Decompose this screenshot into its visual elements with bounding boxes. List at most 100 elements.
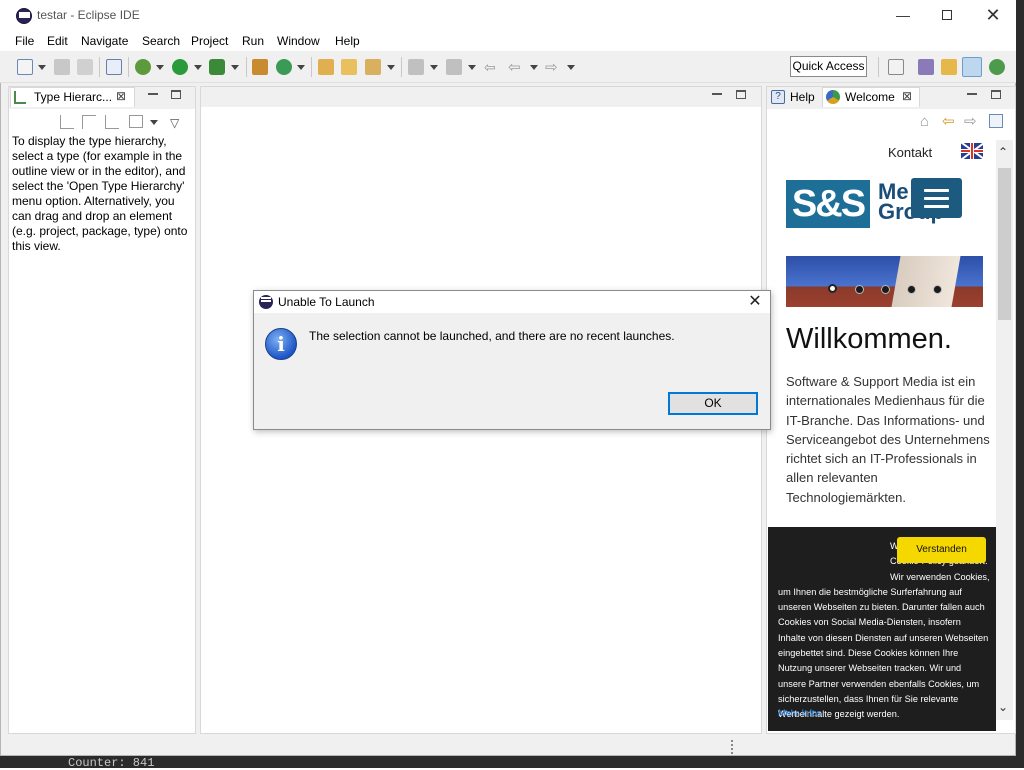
customize-page-icon[interactable] (989, 114, 1003, 128)
cookie-text: Wir haben unsere Cookie-Policy geändert.… (778, 539, 990, 723)
status-bar-grip[interactable] (731, 740, 733, 754)
back-dropdown-arrow[interactable] (530, 65, 538, 70)
perspective-resource-icon[interactable] (941, 59, 957, 75)
new-java-class-icon[interactable] (276, 59, 292, 75)
view-menu-glyph: ▽ (170, 116, 180, 130)
debug-icon[interactable] (135, 59, 151, 75)
eclipse-app-icon (16, 8, 32, 24)
menu-help[interactable]: Help (335, 34, 360, 48)
external-tools-dropdown-arrow[interactable] (231, 65, 239, 70)
scroll-up-icon[interactable]: ⌃ (998, 145, 1008, 159)
close-welcome-tab-icon[interactable]: ⊠ (902, 89, 912, 103)
new-dropdown-arrow[interactable] (38, 65, 46, 70)
new-class-dropdown-arrow[interactable] (297, 65, 305, 70)
carousel-dot-active[interactable] (828, 284, 837, 293)
previous-annotation-icon[interactable] (446, 59, 462, 75)
welcome-paragraph: Software & Support Media ist ein interna… (786, 374, 990, 505)
close-tab-icon[interactable]: ⊠ (116, 89, 126, 103)
quick-access-field[interactable]: Quick Access (790, 56, 867, 77)
welcome-icon (826, 90, 840, 104)
toolbar-separator (99, 57, 100, 77)
perspective-java-icon[interactable] (962, 57, 982, 77)
minimize-button[interactable]: — (880, 0, 926, 30)
menu-project[interactable]: Project (191, 34, 228, 48)
toggle-breakpoint-icon[interactable] (106, 59, 122, 75)
previous-annotation-dropdown-arrow[interactable] (468, 65, 476, 70)
cookie-more-info-link[interactable]: Mehr Infos (778, 708, 821, 718)
search-icon[interactable] (365, 59, 381, 75)
info-icon: i (265, 328, 297, 360)
hamburger-menu-icon[interactable] (911, 178, 962, 218)
menu-search[interactable]: Search (142, 34, 180, 48)
cookie-accept-button[interactable]: Verstanden (897, 537, 986, 563)
next-annotation-dropdown-arrow[interactable] (430, 65, 438, 70)
run-dropdown-arrow[interactable] (194, 65, 202, 70)
toolbar-separator (878, 57, 879, 77)
menu-navigate[interactable]: Navigate (81, 34, 128, 48)
minimize-editor-icon[interactable] (712, 93, 722, 95)
menu-run[interactable]: Run (242, 34, 264, 48)
next-annotation-icon[interactable] (408, 59, 424, 75)
show-subtype-hierarchy-icon[interactable] (105, 115, 119, 129)
toolbar-separator (128, 57, 129, 77)
open-perspective-icon[interactable] (888, 59, 904, 75)
history-list-icon[interactable] (129, 115, 143, 128)
desktop-background-right (1016, 0, 1024, 768)
new-icon[interactable] (17, 59, 33, 75)
new-java-package-icon[interactable] (252, 59, 268, 75)
carousel-dot[interactable] (933, 285, 942, 294)
toolbar-separator (401, 57, 402, 77)
run-icon[interactable] (172, 59, 188, 75)
scroll-down-icon[interactable]: ⌄ (998, 700, 1008, 714)
home-icon[interactable]: ⌂ (920, 113, 929, 130)
show-type-hierarchy-icon[interactable] (60, 115, 74, 129)
menu-window[interactable]: Window (277, 34, 320, 48)
run-external-tools-icon[interactable] (209, 59, 225, 75)
search-dropdown-arrow[interactable] (387, 65, 395, 70)
close-window-button[interactable]: ✕ (970, 0, 1016, 30)
minimize-welcome-icon[interactable] (967, 93, 977, 95)
back-arrow-icon[interactable]: ⇦ (508, 58, 521, 76)
save-icon[interactable] (54, 59, 70, 75)
tab-welcome-label: Welcome (845, 90, 895, 104)
show-supertype-hierarchy-icon[interactable] (82, 115, 96, 129)
carousel-dot[interactable] (881, 285, 890, 294)
menu-file[interactable]: File (15, 34, 34, 48)
toolbar-separator (311, 57, 312, 77)
sns-logo-mark[interactable]: S&S (786, 180, 870, 228)
welcome-back-icon[interactable]: ⇦ (942, 112, 955, 130)
type-hierarchy-description: To display the type hierarchy, select a … (12, 134, 188, 253)
perspective-debug-icon[interactable] (989, 59, 1005, 75)
maximize-welcome-icon[interactable] (991, 90, 1001, 99)
history-dropdown-arrow[interactable] (150, 120, 158, 125)
dialog-app-icon (259, 295, 273, 309)
welcome-scrollbar-thumb[interactable] (998, 168, 1011, 320)
welcome-forward-icon[interactable]: ⇨ (964, 112, 977, 130)
forward-arrow-icon[interactable]: ⇨ (545, 58, 558, 76)
ok-button[interactable]: OK (668, 392, 758, 415)
perspective-java-ee-icon[interactable] (918, 59, 934, 75)
welcome-heading: Willkommen. (786, 323, 952, 355)
help-icon: ? (771, 90, 785, 104)
maximize-view-icon[interactable] (171, 90, 181, 99)
toolbar-separator (246, 57, 247, 77)
debug-dropdown-arrow[interactable] (156, 65, 164, 70)
maximize-icon (942, 10, 952, 20)
uk-flag-icon[interactable] (961, 143, 983, 159)
save-all-icon[interactable] (77, 59, 93, 75)
last-edit-location-icon[interactable]: ⇦ (484, 59, 496, 76)
maximize-button[interactable] (924, 0, 970, 30)
carousel-dot[interactable] (907, 285, 916, 294)
menu-edit[interactable]: Edit (47, 34, 68, 48)
dialog-title: Unable To Launch (278, 295, 375, 309)
maximize-editor-icon[interactable] (736, 90, 746, 99)
carousel-dot[interactable] (855, 285, 864, 294)
dialog-message: The selection cannot be launched, and th… (309, 329, 675, 343)
minimize-view-icon[interactable] (148, 93, 158, 95)
forward-dropdown-arrow[interactable] (567, 65, 575, 70)
dialog-close-button[interactable]: ✕ (747, 292, 763, 312)
kontakt-link[interactable]: Kontakt (888, 145, 932, 160)
type-hierarchy-icon (14, 91, 26, 104)
open-type-icon[interactable] (318, 59, 334, 75)
open-task-icon[interactable] (341, 59, 357, 75)
